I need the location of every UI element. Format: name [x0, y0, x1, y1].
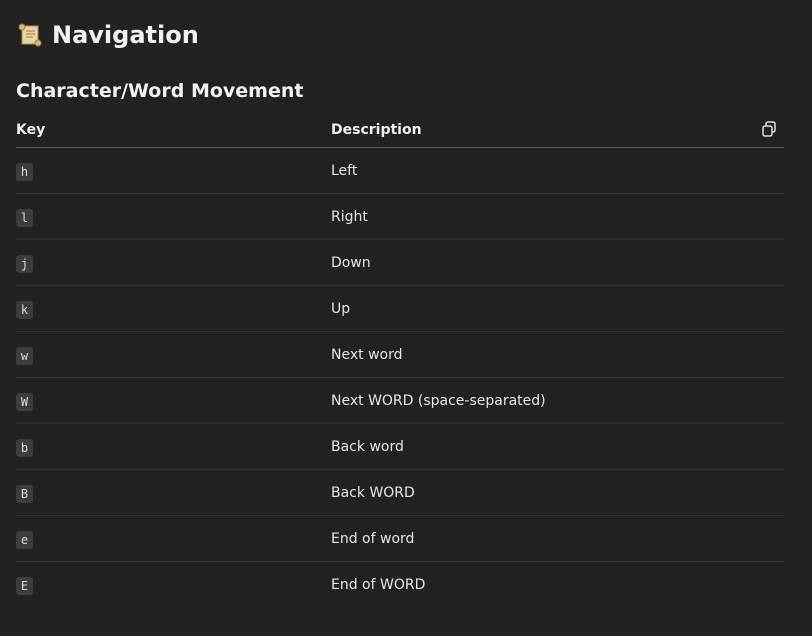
column-header-description: Description — [331, 122, 422, 138]
key-badge: b — [16, 439, 33, 457]
copy-icon[interactable] — [760, 120, 778, 138]
table-row: w Next word — [16, 332, 784, 378]
table-header: Key Description — [16, 114, 784, 148]
section-title: Character/Word Movement — [16, 80, 304, 102]
key-description: Back WORD — [331, 485, 415, 501]
key-badge: E — [16, 577, 33, 595]
key-description: Next word — [331, 347, 403, 363]
page-title-text: Navigation — [52, 21, 199, 49]
page-title: Navigation — [16, 19, 199, 51]
key-description: Right — [331, 209, 368, 225]
key-badge: l — [16, 209, 33, 227]
table-row: e End of word — [16, 516, 784, 562]
column-header-key: Key — [16, 122, 46, 138]
key-badge: k — [16, 301, 33, 319]
key-badge: j — [16, 255, 33, 273]
table-row: j Down — [16, 240, 784, 286]
key-description: Next WORD (space-separated) — [331, 393, 546, 409]
table-row: B Back WORD — [16, 470, 784, 516]
key-badge: h — [16, 163, 33, 181]
table-row: W Next WORD (space-separated) — [16, 378, 784, 424]
page: Navigation Character/Word Movement Key D… — [0, 0, 812, 636]
key-badge: w — [16, 347, 33, 365]
key-description: Left — [331, 163, 358, 179]
key-badge: e — [16, 531, 33, 549]
keybinding-table: Key Description h Left l Right j Down k … — [16, 114, 784, 607]
table-row: b Back word — [16, 424, 784, 470]
table-row: h Left — [16, 148, 784, 194]
key-description: Up — [331, 301, 351, 317]
table-row: k Up — [16, 286, 784, 332]
key-badge: W — [16, 393, 33, 411]
key-badge: B — [16, 485, 33, 503]
key-description: Back word — [331, 439, 404, 455]
scroll-icon — [16, 22, 44, 48]
key-description: Down — [331, 255, 371, 271]
table-row: l Right — [16, 194, 784, 240]
key-description: End of WORD — [331, 577, 426, 593]
key-description: End of word — [331, 531, 415, 547]
table-row: E End of WORD — [16, 562, 784, 607]
